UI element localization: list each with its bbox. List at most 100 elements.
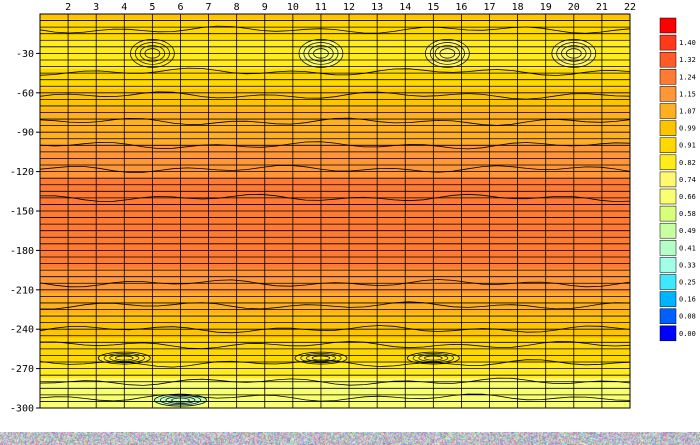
colorbar-label: 0.33 <box>679 261 696 269</box>
colorbar-swatch <box>659 103 677 119</box>
colorbar-swatch <box>659 17 677 34</box>
contour-band <box>40 213 630 220</box>
colorbar-label: 0.58 <box>679 210 696 218</box>
x-tick-label: 10 <box>287 2 299 13</box>
contour-band <box>40 258 630 264</box>
x-tick-label: 20 <box>568 2 580 13</box>
colorbar-label: 0.00 <box>679 330 696 338</box>
colorbar-label: 0.74 <box>679 176 696 184</box>
x-tick-label: 22 <box>624 2 636 13</box>
colorbar-swatch <box>659 34 677 51</box>
colorbar-label: 1.24 <box>679 73 696 81</box>
contour-band <box>40 248 630 254</box>
x-tick-label: 11 <box>315 2 327 13</box>
contour-band <box>40 14 630 20</box>
contour-band <box>40 273 630 279</box>
contour-chart: 2 3 4 5 6 7 8 9 10 11 12 13 14 15 16 17 18 19 20 21 22 -30 -6… <box>10 2 696 415</box>
colorbar-label: 1.40 <box>679 39 696 47</box>
colorbar-swatch <box>659 240 677 256</box>
colorbar-swatch <box>659 137 677 153</box>
contour-band <box>40 163 630 170</box>
colorbar-swatch <box>659 257 677 273</box>
x-tick-label: 15 <box>427 2 439 13</box>
colorbar-label: 0.91 <box>679 142 696 150</box>
contour-band <box>40 343 630 349</box>
x-tick-label: 6 <box>177 2 183 13</box>
x-tick-label: 7 <box>206 2 212 13</box>
y-axis: -30 -60 -90 -120 -150 -180 -210 -240 -270 -300 <box>10 49 40 415</box>
x-tick-label: 2 <box>65 2 71 13</box>
contour-band <box>40 158 630 165</box>
y-tick-label: -120 <box>10 167 34 178</box>
colorbar-label: 0.49 <box>679 227 696 235</box>
contour-band <box>40 108 630 115</box>
grid-lines <box>40 14 630 408</box>
colorbar-swatch <box>659 274 677 290</box>
x-axis: 2 3 4 5 6 7 8 9 10 11 12 13 14 15 16 17 18 19 20 21 22 <box>65 2 636 13</box>
contour-band <box>40 373 630 379</box>
y-tick-label: -300 <box>10 404 34 415</box>
y-tick-label: -30 <box>16 49 34 60</box>
x-tick-label: 19 <box>540 2 552 13</box>
colorbar-swatch <box>659 154 677 171</box>
noise-strip <box>0 432 700 445</box>
contour-band <box>40 378 630 384</box>
colorbar-swatch <box>659 86 677 102</box>
colorbar-swatch <box>659 69 677 85</box>
colorbar-label: 1.15 <box>679 90 696 98</box>
contour-band <box>40 178 630 185</box>
contour-band <box>40 268 630 274</box>
colorbar-label: 0.41 <box>679 244 696 252</box>
y-tick-label: -270 <box>10 364 34 375</box>
contour-band <box>40 128 630 135</box>
x-tick-label: 3 <box>93 2 99 13</box>
x-tick-label: 12 <box>343 2 355 13</box>
x-tick-label: 18 <box>512 2 524 13</box>
colorbar-swatch <box>659 222 677 239</box>
colorbar-label: 1.07 <box>679 108 696 116</box>
x-tick-label: 4 <box>121 2 127 13</box>
x-tick-label: 16 <box>455 2 467 13</box>
x-tick-label: 14 <box>399 2 411 13</box>
contour-band <box>40 388 630 394</box>
colorbar-label: 0.25 <box>679 279 696 287</box>
colorbar-label: 0.66 <box>679 193 696 201</box>
contour-band <box>40 228 630 235</box>
contour-band <box>40 288 630 294</box>
contour-band <box>40 148 630 155</box>
y-tick-label: -60 <box>16 88 34 99</box>
contour-band <box>40 238 630 245</box>
contour-band <box>40 88 630 95</box>
y-tick-label: -180 <box>10 246 34 257</box>
colorbar-label: 0.16 <box>679 296 696 304</box>
colorbar-swatch <box>659 308 677 324</box>
contour-band <box>40 253 630 259</box>
colorbar-legend: 1.40 1.32 1.24 1.15 1.07 0.99 0.91 0.82 0.74 0.66… <box>659 17 696 342</box>
x-tick-label: 21 <box>596 2 608 13</box>
contour-band <box>40 123 630 130</box>
contour-band <box>40 233 630 240</box>
y-tick-label: -150 <box>10 207 34 218</box>
colorbar-label: 0.08 <box>679 313 696 321</box>
x-tick-label: 9 <box>262 2 268 13</box>
contour-band <box>40 218 630 225</box>
contour-band <box>40 18 630 25</box>
contour-band <box>40 393 630 399</box>
y-tick-label: -240 <box>10 325 34 336</box>
colorbar-label: 0.82 <box>679 159 696 167</box>
colorbar-swatch <box>659 120 677 136</box>
contour-band <box>40 243 630 250</box>
colorbar-swatch <box>659 188 677 205</box>
colorbar-label: 1.32 <box>679 56 696 64</box>
colorbar-swatch <box>659 171 677 188</box>
colorbar-swatch <box>659 291 677 307</box>
contour-band <box>40 263 630 269</box>
x-tick-label: 5 <box>149 2 155 13</box>
colorbar-label: 0.99 <box>679 125 696 133</box>
contour-band <box>40 33 630 40</box>
colorbar-swatch <box>659 205 677 222</box>
y-tick-label: -210 <box>10 285 34 296</box>
x-tick-label: 17 <box>484 2 496 13</box>
contour-band <box>40 323 630 329</box>
contour-band <box>40 103 630 110</box>
